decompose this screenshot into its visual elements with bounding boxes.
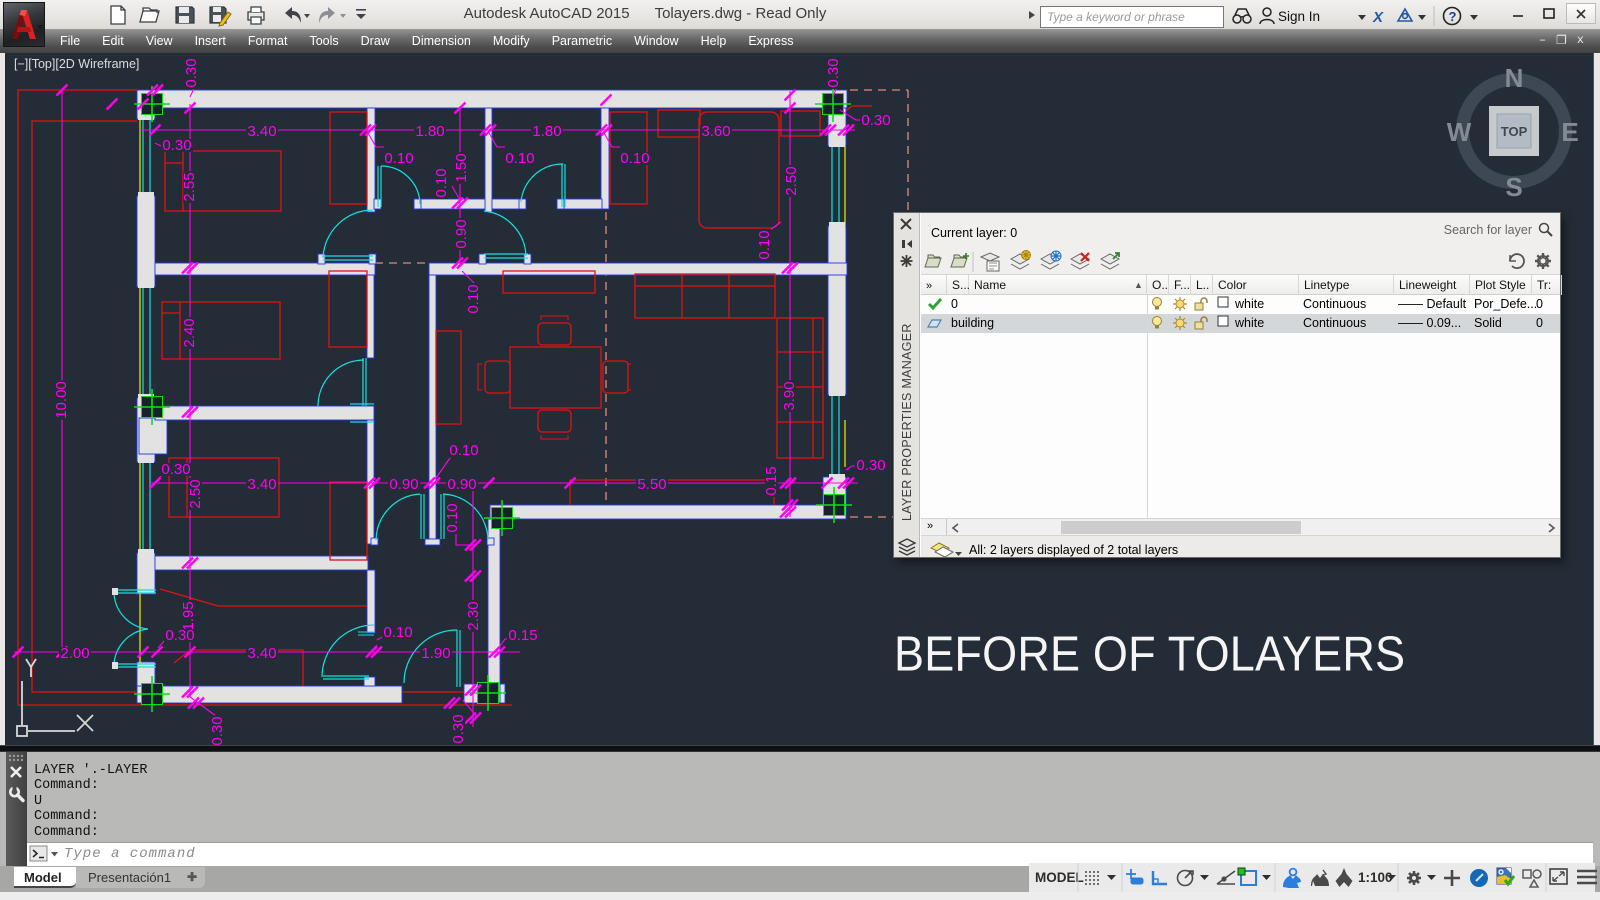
svg-text:0.10: 0.10: [384, 150, 413, 167]
svg-text:X: X: [1372, 9, 1384, 26]
svg-text:3.40: 3.40: [247, 123, 276, 140]
svg-text:0.10: 0.10: [433, 168, 450, 197]
svg-text:0.15: 0.15: [508, 627, 537, 644]
svg-text:0.10: 0.10: [505, 150, 534, 167]
svg-text:0.30: 0.30: [162, 137, 191, 154]
svg-text:1.80: 1.80: [415, 123, 444, 140]
svg-text:1:100: 1:100: [1358, 870, 1393, 885]
svg-text:1.50: 1.50: [453, 153, 470, 182]
svg-text:S: S: [1505, 172, 1522, 202]
svg-text:0.30: 0.30: [209, 716, 226, 745]
svg-text:0.90: 0.90: [389, 476, 418, 493]
svg-text:0.30: 0.30: [861, 112, 890, 129]
svg-text:MODEL: MODEL: [1035, 870, 1084, 885]
svg-text:Sign In: Sign In: [1278, 9, 1320, 24]
svg-text:0.10: 0.10: [449, 442, 478, 459]
svg-text:3.40: 3.40: [247, 645, 276, 662]
svg-text:W: W: [1447, 117, 1472, 147]
svg-text:2.55: 2.55: [181, 172, 198, 201]
svg-text:2.50: 2.50: [783, 166, 800, 195]
svg-text:0.10: 0.10: [444, 503, 461, 532]
svg-text:5.50: 5.50: [637, 476, 666, 493]
svg-text:LAYER PROPERTIES MANAGER: LAYER PROPERTIES MANAGER: [900, 323, 914, 521]
svg-text:0.30: 0.30: [825, 58, 842, 87]
svg-text:2.50: 2.50: [187, 479, 204, 508]
svg-text:2.40: 2.40: [181, 318, 198, 347]
svg-text:2.00: 2.00: [60, 645, 89, 662]
svg-text:0.30: 0.30: [450, 714, 467, 743]
svg-text:3.60: 3.60: [701, 123, 730, 140]
svg-text:1.80: 1.80: [532, 123, 561, 140]
svg-text:0.30: 0.30: [856, 457, 885, 474]
svg-text:N: N: [1505, 63, 1524, 93]
svg-text:0.10: 0.10: [756, 230, 773, 259]
svg-text:0.10: 0.10: [383, 624, 412, 641]
svg-text:0.30: 0.30: [183, 58, 200, 87]
svg-text:?: ?: [1449, 9, 1457, 24]
svg-text:3.90: 3.90: [781, 381, 798, 410]
svg-text:0.90: 0.90: [453, 219, 470, 248]
svg-text:10.00: 10.00: [53, 381, 70, 419]
svg-text:0.30: 0.30: [165, 627, 194, 644]
svg-text:2.30: 2.30: [465, 601, 482, 630]
svg-text:3.40: 3.40: [247, 476, 276, 493]
svg-text:1.90: 1.90: [421, 645, 450, 662]
svg-text:E: E: [1561, 117, 1578, 147]
svg-text:0.10: 0.10: [465, 284, 482, 313]
svg-text:0.10: 0.10: [620, 150, 649, 167]
svg-text:0.30: 0.30: [161, 461, 190, 478]
svg-text:0.15: 0.15: [763, 466, 780, 495]
svg-text:0.90: 0.90: [447, 476, 476, 493]
svg-text:TOP: TOP: [1501, 124, 1528, 139]
